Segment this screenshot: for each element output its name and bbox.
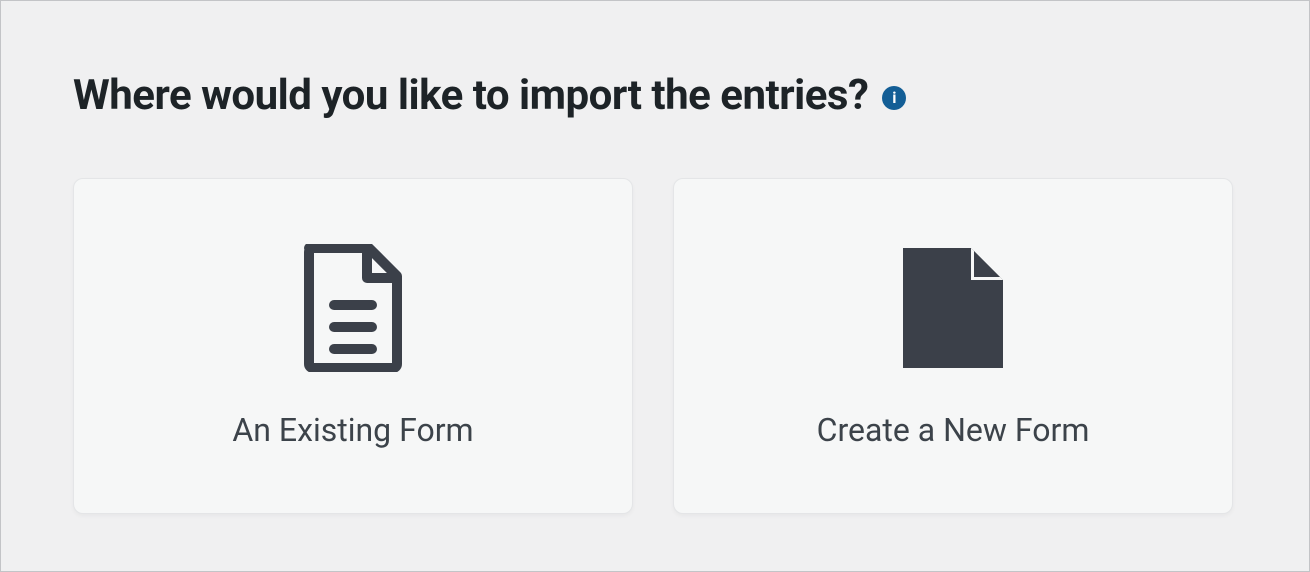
option-label: An Existing Form xyxy=(232,411,473,449)
page-title: Where would you like to import the entri… xyxy=(73,71,868,120)
document-text-icon xyxy=(298,243,408,373)
info-icon[interactable]: i xyxy=(882,86,906,110)
heading-row: Where would you like to import the entri… xyxy=(73,71,1237,120)
option-existing-form[interactable]: An Existing Form xyxy=(73,178,633,514)
document-blank-icon xyxy=(898,243,1008,373)
option-create-new-form[interactable]: Create a New Form xyxy=(673,178,1233,514)
option-cards: An Existing Form Create a New Form xyxy=(73,178,1237,514)
option-label: Create a New Form xyxy=(817,411,1090,449)
